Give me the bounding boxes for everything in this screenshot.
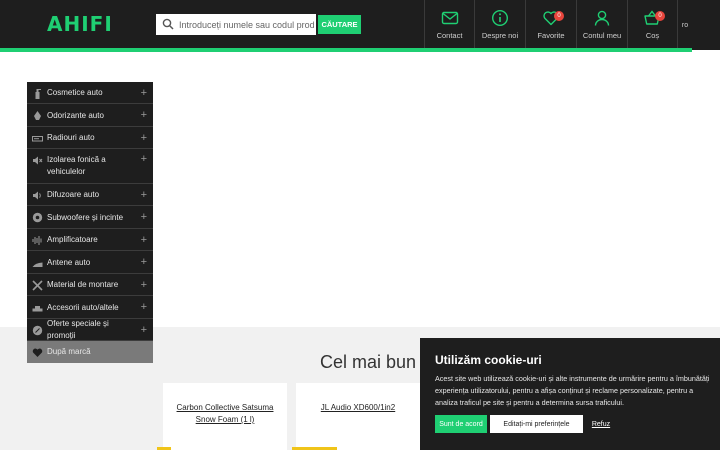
envelope-icon — [441, 11, 459, 25]
header-accent-line — [0, 48, 692, 52]
cookie-refuse-link[interactable]: Refuz — [590, 415, 612, 433]
antenna-icon — [32, 262, 43, 267]
nav-account-label: Contul meu — [582, 31, 622, 40]
sidebar-item-sound-insulation[interactable]: Izolarea fonică a vehiculelor + — [27, 149, 153, 184]
sound-mute-icon — [33, 156, 43, 165]
product-link[interactable]: JL Audio XD600/1in2 — [296, 402, 420, 414]
product-card[interactable]: JL Audio XD600/1in2 — [292, 383, 420, 450]
heart-icon — [32, 348, 43, 357]
sidebar-item-cosmetics[interactable]: Cosmetice auto + — [27, 82, 153, 104]
expand-icon[interactable]: + — [141, 212, 147, 223]
sidebar-item-label: Odorizante auto — [47, 111, 104, 120]
sidebar-item-label: Radiouri auto — [47, 133, 95, 142]
sidebar-item-label: Izolarea fonică a vehiculelor — [47, 155, 106, 176]
nav-favorites[interactable]: 0 Favorite — [525, 0, 576, 50]
search-button[interactable]: CĂUTARE — [318, 15, 361, 34]
sidebar-item-label: Cosmetice auto — [47, 88, 103, 97]
sidebar-item-label: Subwoofere și incinte — [47, 213, 124, 222]
cookie-preferences-button[interactable]: Editați-mi preferințele — [490, 415, 583, 433]
expand-icon[interactable]: + — [141, 110, 147, 121]
car-accessory-icon — [32, 306, 43, 312]
section-title: Cel mai bun di — [320, 352, 436, 372]
product-link[interactable]: Carbon Collective Satsuma Snow Foam (1 l… — [163, 402, 287, 426]
speaker-icon — [33, 191, 41, 200]
cookie-text: Acest site web utilizează cookie-uri și … — [435, 374, 710, 407]
sidebar-item-subwoofers[interactable]: Subwoofere și incinte + — [27, 206, 153, 229]
sidebar-item-antennas[interactable]: Antene auto + — [27, 251, 153, 274]
cart-count-badge: 0 — [655, 11, 665, 21]
nav-account[interactable]: Contul meu — [576, 0, 627, 50]
expand-icon[interactable]: + — [141, 133, 147, 144]
search-icon — [162, 18, 174, 30]
cookie-banner: Utilizăm cookie-uri Acest site web utili… — [420, 338, 720, 450]
expand-icon[interactable]: + — [141, 88, 147, 99]
spray-bottle-icon — [35, 89, 41, 99]
tools-icon — [32, 280, 43, 291]
sidebar-item-amplifiers[interactable]: Amplificatoare + — [27, 229, 153, 251]
sidebar-item-air-fresheners[interactable]: Odorizante auto + — [27, 104, 153, 127]
sidebar-item-label: Antene auto — [47, 258, 91, 267]
expand-icon[interactable]: + — [141, 190, 147, 201]
sidebar-item-label: Material de montare — [47, 280, 119, 289]
sidebar-item-speakers[interactable]: Difuzoare auto + — [27, 184, 153, 206]
sidebar-item-by-brand[interactable]: După marcă — [27, 341, 153, 363]
sidebar-item-label: Oferte speciale și promoții — [47, 319, 109, 340]
sidebar-item-label: După marcă — [47, 347, 91, 356]
sidebar-item-accessories[interactable]: Accesorii auto/altele + — [27, 296, 153, 319]
language-selector[interactable]: ro — [677, 0, 692, 50]
expand-icon[interactable]: + — [141, 280, 147, 291]
sidebar-item-label: Difuzoare auto — [47, 190, 100, 199]
air-freshener-icon — [34, 111, 41, 120]
info-icon — [491, 9, 509, 27]
user-icon — [594, 10, 610, 26]
car-radio-icon — [32, 136, 43, 142]
nav-favorites-label: Favorite — [537, 31, 565, 40]
nav-contact[interactable]: Contact — [424, 0, 474, 50]
search-box[interactable] — [156, 14, 316, 35]
subwoofer-icon — [32, 212, 43, 223]
category-sidebar: Cosmetice auto + Odorizante auto + Radio… — [27, 82, 153, 363]
sidebar-item-label: Accesorii auto/altele — [47, 303, 119, 312]
product-card[interactable]: Carbon Collective Satsuma Snow Foam (1 l… — [157, 383, 287, 450]
favorites-count-badge: 0 — [554, 11, 564, 21]
nav-cart-label: Coș — [645, 31, 660, 40]
percent-tag-icon — [32, 325, 43, 336]
site-logo[interactable]: AHIFI — [47, 12, 113, 36]
expand-icon[interactable]: + — [141, 302, 147, 313]
sidebar-item-label: Amplificatoare — [47, 235, 98, 244]
expand-icon[interactable]: + — [141, 154, 147, 165]
sidebar-item-radios[interactable]: Radiouri auto + — [27, 127, 153, 149]
expand-icon[interactable]: + — [141, 325, 147, 336]
amplifier-wave-icon — [32, 236, 42, 245]
expand-icon[interactable]: + — [141, 257, 147, 268]
search-input[interactable] — [176, 14, 314, 35]
site-header: AHIFI CĂUTARE Contact Despre noi 0 Favor… — [0, 0, 720, 50]
sidebar-item-mounting-material[interactable]: Material de montare + — [27, 274, 153, 296]
sidebar-item-special-offers[interactable]: Oferte speciale și promoții + — [27, 319, 153, 341]
expand-icon[interactable]: + — [141, 235, 147, 246]
nav-about[interactable]: Despre noi — [474, 0, 525, 50]
cookie-title: Utilizăm cookie-uri — [435, 353, 542, 367]
cookie-accept-button[interactable]: Sunt de acord — [435, 415, 487, 433]
nav-about-label: Despre noi — [481, 31, 519, 40]
nav-cart[interactable]: 0 Coș — [627, 0, 677, 50]
nav-contact-label: Contact — [436, 31, 463, 40]
